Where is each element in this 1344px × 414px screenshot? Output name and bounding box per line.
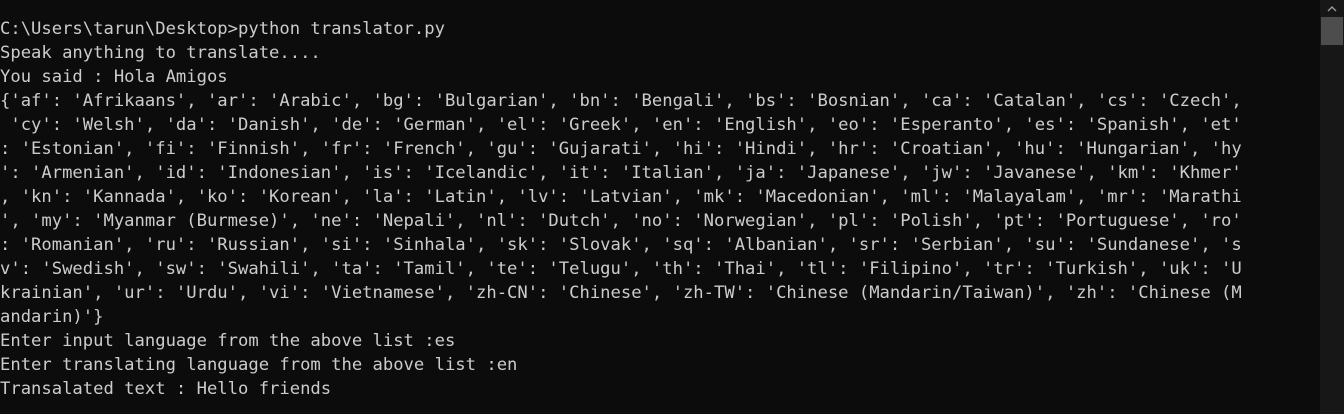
output-line: You said : Hola Amigos — [0, 67, 228, 87]
output-line: : 'Estonian', 'fi': 'Finnish', 'fr': 'Fr… — [0, 139, 1242, 159]
output-line: , 'kn': 'Kannada', 'ko': 'Korean', 'la':… — [0, 187, 1242, 207]
console-window[interactable]: C:\Users\tarun\Desktop>python translator… — [0, 0, 1344, 414]
output-line: ', 'my': 'Myanmar (Burmese)', 'ne': 'Nep… — [0, 211, 1242, 231]
vertical-scrollbar[interactable] — [1320, 0, 1344, 414]
scroll-up-arrow-icon[interactable] — [1320, 0, 1344, 17]
output-line: Transalated text : Hello friends — [0, 379, 332, 399]
output-line: : 'Romanian', 'ru': 'Russian', 'si': 'Si… — [0, 235, 1242, 255]
output-line: Enter input language from the above list… — [0, 331, 456, 351]
output-line: andarin)'} — [0, 307, 104, 327]
output-line: Enter translating language from the abov… — [0, 355, 518, 375]
output-line: krainian', 'ur': 'Urdu', 'vi': 'Vietname… — [0, 283, 1242, 303]
output-line: ': 'Armenian', 'id': 'Indonesian', 'is':… — [0, 163, 1242, 183]
output-line: 'cy': 'Welsh', 'da': 'Danish', 'de': 'Ge… — [0, 115, 1242, 135]
output-line: Speak anything to translate.... — [0, 43, 321, 63]
command-line: C:\Users\tarun\Desktop>python translator… — [0, 19, 445, 39]
scrollbar-thumb[interactable] — [1321, 17, 1343, 45]
console-output: C:\Users\tarun\Desktop>python translator… — [0, 17, 1320, 414]
output-line: {'af': 'Afrikaans', 'ar': 'Arabic', 'bg'… — [0, 91, 1242, 111]
output-line: v': 'Swedish', 'sw': 'Swahili', 'ta': 'T… — [0, 259, 1242, 279]
